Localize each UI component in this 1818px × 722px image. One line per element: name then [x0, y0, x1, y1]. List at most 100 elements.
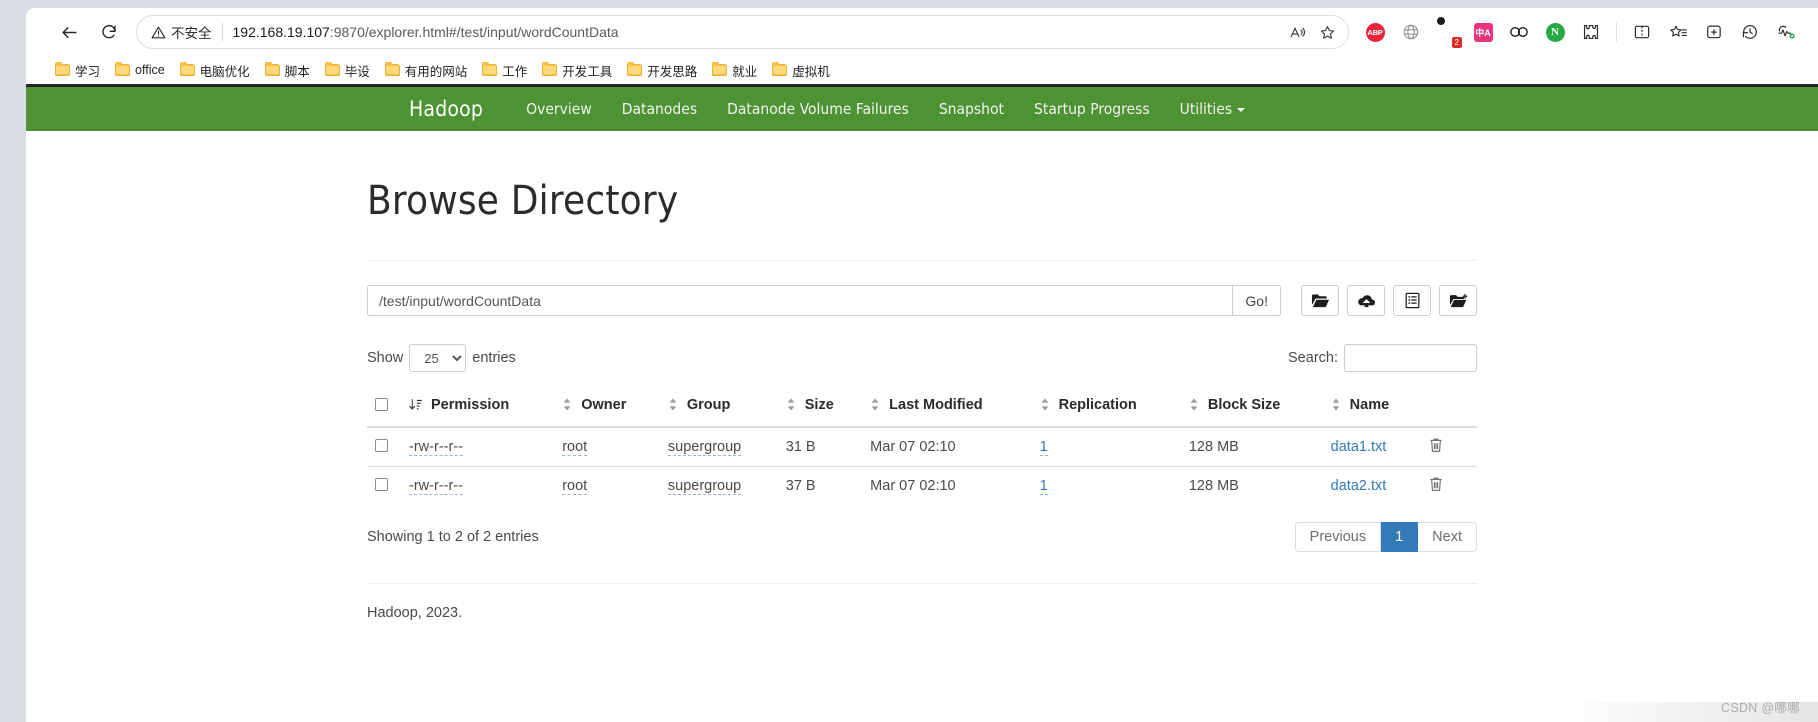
search-input[interactable] — [1344, 344, 1477, 372]
back-button[interactable] — [52, 15, 86, 49]
bookmark-item[interactable]: 就业 — [705, 58, 764, 83]
browser-toolbar: 不安全 192.168.19.107:9870/explorer.html#/t… — [26, 8, 1818, 56]
pagination-previous[interactable]: Previous — [1294, 522, 1382, 552]
permission-link[interactable]: -rw-r--r-- — [409, 439, 463, 456]
path-input-group: Go! — [367, 285, 1281, 316]
pagination-page-1[interactable]: 1 — [1381, 522, 1419, 552]
favorites-button[interactable] — [1660, 15, 1696, 49]
table-info: Showing 1 to 2 of 2 entries — [367, 529, 539, 545]
bookmark-label: 工作 — [502, 64, 528, 79]
link-extension-icon — [1510, 27, 1528, 37]
directory-tools — [1301, 285, 1477, 316]
extension-evernote[interactable]: N — [1537, 15, 1573, 49]
bookmark-item[interactable]: 毕设 — [318, 58, 377, 83]
list-alt-button[interactable] — [1393, 285, 1431, 316]
page-length-select[interactable]: 25 50 100 — [409, 344, 467, 372]
entries-label: entries — [472, 350, 516, 366]
col-replication[interactable]: Replication — [1031, 388, 1181, 428]
bookmark-item[interactable]: office — [108, 60, 172, 80]
extension-link[interactable] — [1501, 15, 1537, 49]
replication-link[interactable]: 1 — [1039, 478, 1048, 495]
col-permission[interactable]: Permission — [401, 388, 555, 428]
col-size[interactable]: Size — [777, 388, 863, 428]
bookmark-item[interactable]: 开发思路 — [620, 58, 704, 83]
col-owner[interactable]: Owner — [554, 388, 660, 428]
col-last-modified[interactable]: Last Modified — [862, 388, 1032, 428]
browser-essentials-button[interactable] — [1768, 15, 1804, 49]
col-block-size[interactable]: Block Size — [1180, 388, 1323, 428]
create-directory-button[interactable] — [1439, 285, 1477, 316]
history-button[interactable] — [1732, 15, 1768, 49]
row-select-cell[interactable] — [367, 466, 401, 505]
owner-link[interactable]: root — [562, 439, 588, 456]
nav-startup-progress[interactable]: Startup Progress — [1019, 100, 1165, 118]
bookmark-item[interactable]: 学习 — [48, 58, 107, 83]
go-button[interactable]: Go! — [1232, 285, 1281, 316]
extension-pocket[interactable]: 2 — [1429, 15, 1465, 49]
replication-link[interactable]: 1 — [1039, 439, 1048, 456]
row-checkbox[interactable] — [375, 438, 388, 452]
nav-utilities-dropdown[interactable]: Utilities — [1165, 100, 1261, 118]
bookmark-item[interactable]: 脚本 — [258, 58, 317, 83]
extensions-button[interactable] — [1573, 15, 1609, 49]
owner-link[interactable]: root — [562, 478, 588, 495]
permission-link[interactable]: -rw-r--r-- — [409, 478, 463, 495]
upload-files-button[interactable] — [1347, 285, 1385, 316]
reload-button[interactable] — [92, 15, 126, 49]
row-select-cell[interactable] — [367, 427, 401, 467]
bookmark-label: 就业 — [732, 64, 758, 79]
folder-icon — [482, 61, 498, 76]
group-link[interactable]: supergroup — [667, 478, 742, 495]
bookmark-item[interactable]: 开发工具 — [535, 58, 619, 83]
table-body: -rw-r--r-- root supergroup 31 B Mar 07 0… — [367, 427, 1477, 505]
cell-delete[interactable] — [1421, 466, 1477, 505]
chevron-down-icon — [1237, 107, 1246, 112]
trash-icon[interactable] — [1429, 438, 1443, 457]
path-input[interactable] — [367, 285, 1233, 316]
adblock-plus-icon: ABP — [1365, 22, 1385, 42]
col-group[interactable]: Group — [659, 388, 778, 428]
split-screen-button[interactable] — [1624, 15, 1660, 49]
bookmark-label: 有用的网站 — [404, 64, 468, 79]
select-all-header[interactable] — [367, 388, 401, 428]
trash-icon[interactable] — [1429, 477, 1443, 496]
bookmark-item[interactable]: 有用的网站 — [378, 58, 475, 83]
file-name-link[interactable]: data1.txt — [1331, 439, 1387, 455]
cell-block-size: 128 MB — [1180, 466, 1323, 505]
favorite-star-icon[interactable] — [1312, 17, 1342, 47]
address-bar[interactable]: 不安全 192.168.19.107:9870/explorer.html#/t… — [136, 15, 1349, 49]
bookmark-item[interactable]: 工作 — [475, 58, 534, 83]
extension-translate[interactable]: 中A — [1465, 15, 1501, 49]
security-warning[interactable]: 不安全 — [151, 22, 212, 42]
brand-hadoop[interactable]: Hadoop — [409, 97, 483, 121]
show-label: Show — [367, 350, 404, 366]
group-link[interactable]: supergroup — [667, 439, 742, 456]
file-name-link[interactable]: data2.txt — [1331, 478, 1387, 494]
page-footer: Hadoop, 2023. — [367, 605, 463, 621]
bookmark-item[interactable]: 虚拟机 — [765, 58, 837, 83]
warning-triangle-icon — [151, 26, 166, 38]
folder-icon — [55, 61, 70, 76]
cell-delete[interactable] — [1421, 427, 1477, 467]
nav-datanode-volume-failures[interactable]: Datanode Volume Failures — [712, 100, 924, 118]
collections-button[interactable] — [1696, 15, 1732, 49]
pagination-next[interactable]: Next — [1418, 522, 1477, 552]
nav-overview[interactable]: Overview — [511, 100, 607, 118]
open-directory-button[interactable] — [1301, 285, 1339, 316]
search-control: Search: — [1288, 344, 1477, 372]
select-all-checkbox[interactable] — [375, 397, 388, 411]
bookmark-item[interactable]: 电脑优化 — [173, 58, 257, 83]
cell-owner: root — [554, 466, 660, 505]
nav-datanodes[interactable]: Datanodes — [607, 100, 712, 118]
read-aloud-icon[interactable] — [1282, 17, 1312, 47]
extension-adblock-plus[interactable]: ABP — [1357, 15, 1393, 49]
cell-replication: 1 — [1031, 466, 1181, 505]
path-toolbar: Go! — [367, 285, 1477, 316]
cell-permission: -rw-r--r-- — [401, 466, 555, 505]
page-content: Browse Directory Go! — [352, 178, 1492, 621]
row-checkbox[interactable] — [375, 477, 388, 491]
extension-globe[interactable] — [1393, 15, 1429, 49]
nav-snapshot[interactable]: Snapshot — [924, 100, 1019, 118]
col-name[interactable]: Name — [1322, 388, 1421, 428]
nav-utilities-label: Utilities — [1179, 100, 1233, 118]
